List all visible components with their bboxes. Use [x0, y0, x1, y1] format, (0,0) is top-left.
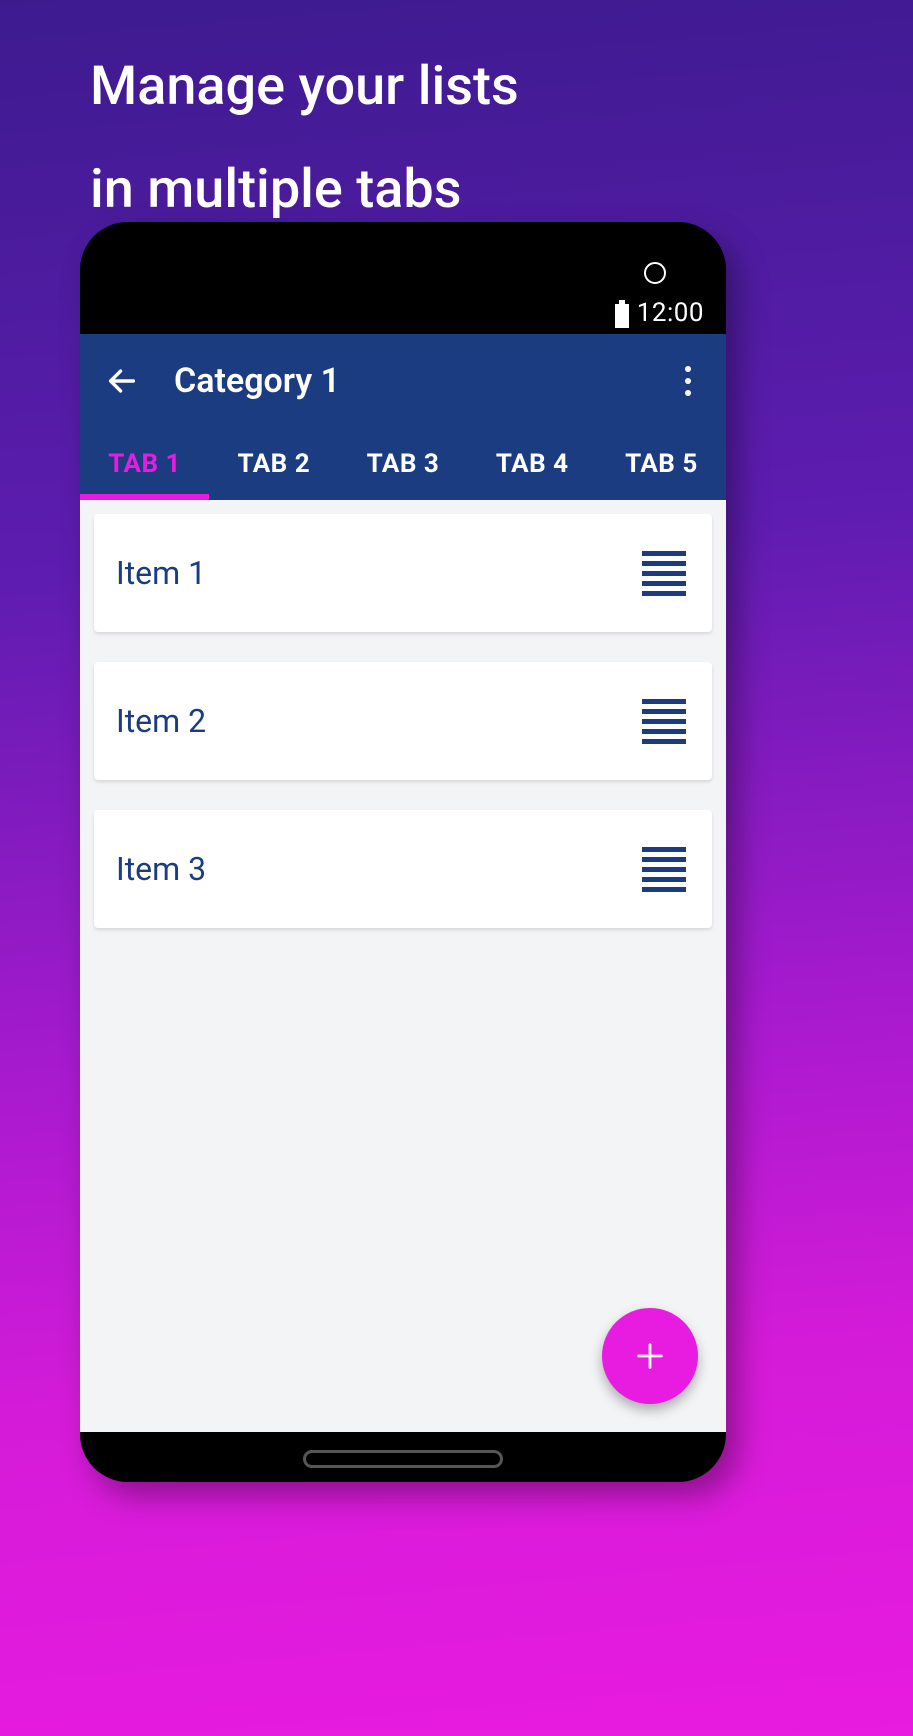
appbar-title: Category 1: [174, 361, 664, 401]
list-item-label: Item 1: [116, 554, 206, 592]
back-arrow-icon: [105, 364, 139, 398]
tab-label: TAB 5: [625, 449, 698, 479]
tab-label: TAB 1: [108, 449, 181, 479]
tab-label: TAB 3: [367, 449, 440, 479]
list-item[interactable]: Item 3: [94, 810, 712, 928]
battery-icon: [615, 304, 629, 328]
overflow-menu-button[interactable]: [664, 353, 712, 409]
phone-frame: 12:00 Category 1 TAB 1: [80, 222, 726, 1482]
back-button[interactable]: [94, 353, 150, 409]
status-bar: 12:00: [80, 222, 726, 334]
drag-handle-icon[interactable]: [642, 847, 686, 892]
drag-handle-icon[interactable]: [642, 699, 686, 744]
tab-2[interactable]: TAB 2: [209, 428, 338, 500]
tab-bar: TAB 1 TAB 2 TAB 3 TAB 4 TAB 5: [80, 428, 726, 500]
tab-label: TAB 2: [237, 449, 310, 479]
list-content: Item 1 Item 2 Item 3: [80, 500, 726, 1432]
promo-headline: Manage your lists in multiple tabs: [90, 36, 519, 241]
tab-3[interactable]: TAB 3: [338, 428, 467, 500]
front-camera-icon: [644, 262, 666, 284]
list-item[interactable]: Item 1: [94, 514, 712, 632]
drag-handle-icon[interactable]: [642, 551, 686, 596]
app-screen: Category 1 TAB 1 TAB 2 TAB 3 TAB 4 TAB 5: [80, 334, 726, 1432]
home-indicator: [303, 1450, 503, 1468]
plus-icon: [633, 1339, 667, 1373]
add-fab[interactable]: [602, 1308, 698, 1404]
list-item-label: Item 2: [116, 702, 206, 740]
list-item-label: Item 3: [116, 850, 206, 888]
tab-label: TAB 4: [496, 449, 569, 479]
app-bar: Category 1: [80, 334, 726, 428]
promo-line1: Manage your lists: [90, 36, 519, 139]
list-item[interactable]: Item 2: [94, 662, 712, 780]
dots-icon: [685, 366, 691, 372]
tab-4[interactable]: TAB 4: [468, 428, 597, 500]
status-time: 12:00: [637, 298, 704, 328]
tab-5[interactable]: TAB 5: [597, 428, 726, 500]
tab-1[interactable]: TAB 1: [80, 428, 209, 500]
